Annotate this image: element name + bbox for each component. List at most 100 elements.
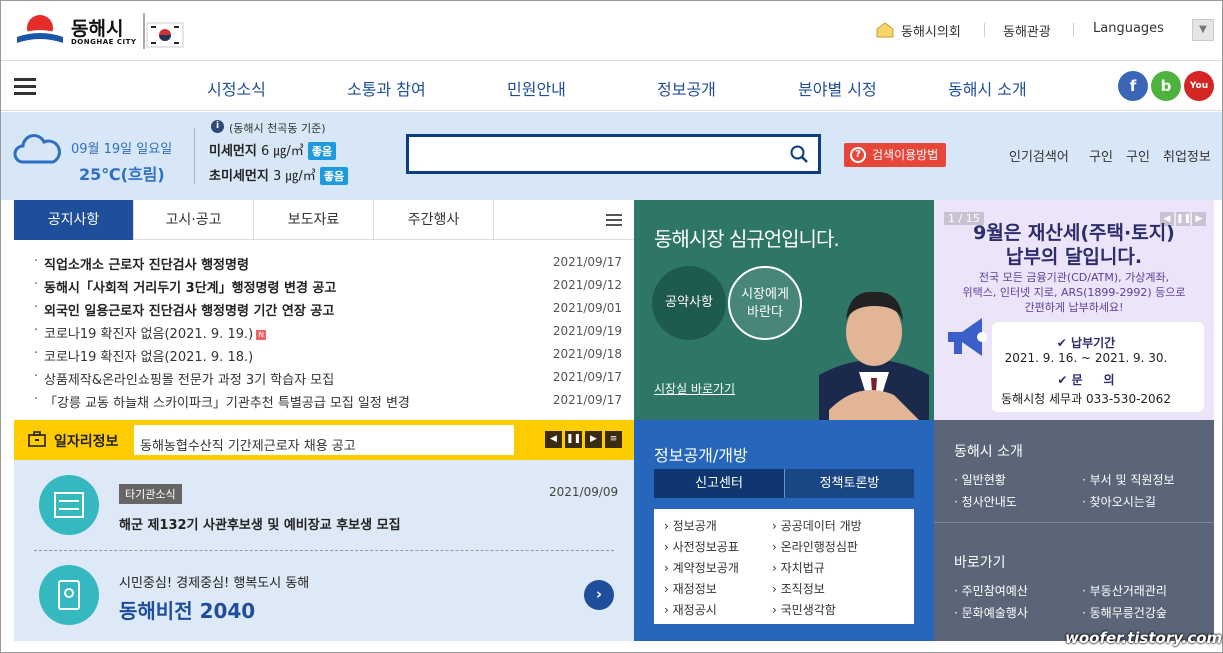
link-item[interactable]: › 재정공시	[664, 601, 717, 618]
ultra-fine-dust: 초미세먼지 3 ㎍/㎥ 좋음	[209, 165, 349, 185]
tax-banner[interactable]: 1 / 15 ◀ ❚❚ ▶ 9월은 재산세(주택·토지) 납부의 달입니다. 전…	[934, 200, 1214, 420]
ultra-dust-label: 초미세먼지	[209, 169, 269, 184]
fine-dust: 미세먼지 6 ㎍/㎥ 좋음	[209, 140, 337, 160]
weather-temperature: 25℃(흐림)	[79, 165, 165, 184]
link-city-council[interactable]: 동해시의회	[901, 21, 961, 40]
link-languages[interactable]: Languages	[1093, 21, 1164, 36]
info-icon: i	[211, 120, 224, 133]
vision-more-button[interactable]: ›	[584, 580, 614, 610]
disclosure-links: › 정보공개 › 사전정보공표 › 계약정보공개 › 재정정보 › 재정공시 ›…	[654, 509, 914, 624]
council-icon	[876, 22, 894, 38]
divider	[934, 522, 1214, 523]
notice-tabs: 공지사항 고시·공고 보도자료 주간행사	[14, 200, 634, 240]
howto-label: 검색이용방법	[872, 148, 939, 162]
link-item[interactable]: · 찾아오시는길	[1082, 493, 1156, 510]
nav-field-admin[interactable]: 분야별 시정	[798, 76, 877, 100]
divider	[984, 23, 985, 37]
tab-policy-forum[interactable]: 정책토론방	[784, 469, 914, 498]
ultra-dust-value: 3 ㎍/㎥	[272, 169, 316, 184]
building-icon	[54, 492, 84, 518]
link-item[interactable]: · 일반현황	[954, 471, 1006, 488]
link-item[interactable]: › 자치법규	[772, 559, 825, 576]
nav-about-city[interactable]: 동해시 소개	[948, 76, 1027, 100]
nav-civil-service[interactable]: 민원안내	[507, 76, 566, 100]
briefcase-icon	[28, 431, 46, 447]
job-info-text[interactable]: 동해농협수산직 기간제근로자 채용 공고	[134, 425, 514, 455]
nav-info-disclosure[interactable]: 정보공개	[657, 76, 716, 100]
link-item[interactable]: › 공공데이터 개방	[772, 517, 862, 534]
mayor-office-link[interactable]: 시장실 바로가기	[654, 380, 735, 397]
logo-subtitle: DONGHAE CITY	[71, 38, 137, 46]
youtube-icon[interactable]: You	[1184, 71, 1214, 101]
other-agency-tag: 타기관소식	[119, 484, 182, 504]
about-title: 동해시 소개	[954, 444, 1023, 460]
pause-icon[interactable]: ❚❚	[565, 431, 582, 448]
link-item[interactable]: › 온라인행정심판	[772, 538, 858, 555]
link-item[interactable]: · 주민참여예산	[954, 582, 1028, 599]
link-item[interactable]: › 재정정보	[664, 580, 717, 597]
nav-participation[interactable]: 소통과 참여	[347, 76, 426, 100]
link-item[interactable]: · 부동산거래관리	[1082, 582, 1167, 599]
info-disclosure-panel: 정보공개/개방 신고센터 정책토론방 › 정보공개 › 사전정보공표 › 계약정…	[634, 420, 934, 641]
link-item[interactable]: · 문화예술행사	[954, 604, 1028, 621]
languages-dropdown-button[interactable]: ▼	[1192, 19, 1214, 41]
next-icon[interactable]: ▶	[585, 431, 602, 448]
status-badge: 좋음	[319, 167, 349, 185]
petition-mayor-button[interactable]: 시장에게 바란다	[728, 266, 802, 340]
dust-caption: (동해시 천곡동 기준)	[229, 122, 326, 135]
list-item[interactable]: · 직업소개소 근로자 진단검사 행정명령 2021/09/17	[32, 251, 622, 274]
hamburger-menu-icon[interactable]	[14, 78, 36, 95]
question-icon: ?	[850, 147, 866, 163]
nav-city-news[interactable]: 시정소식	[207, 76, 266, 100]
petition-label: 바란다	[747, 305, 783, 320]
list-item[interactable]: · 코로나19 확진자 없음(2021. 9. 19.) N 2021/09/19	[32, 320, 622, 343]
korean-flag-icon	[143, 13, 184, 49]
vision-title[interactable]: 동해비전 2040	[119, 595, 255, 624]
tab-press[interactable]: 보도자료	[254, 200, 374, 240]
list-icon[interactable]: ≡	[605, 431, 622, 448]
logo-text[interactable]: 동해시	[71, 14, 123, 41]
other-agency-date: 2021/09/09	[549, 485, 619, 499]
search-box[interactable]	[406, 134, 821, 174]
tax-period: 2021. 9. 16. ~ 2021. 9. 30.	[1004, 351, 1168, 365]
tab-notices[interactable]: 공지사항	[14, 200, 134, 240]
tax-contact-label: ✔ 문 의	[1057, 373, 1115, 387]
prev-icon[interactable]: ◀	[545, 431, 562, 448]
search-icon[interactable]	[790, 145, 808, 163]
pledges-button[interactable]: 공약사항	[652, 266, 726, 340]
tab-announcements[interactable]: 고시·공고	[134, 200, 254, 240]
list-item[interactable]: · 「강릉 교동 하늘채 스카이파크」기관추천 특별공급 모집 일정 변경 2021…	[32, 389, 622, 412]
vision-subtitle: 시민중심! 경제중심! 행복도시 동해	[119, 576, 310, 591]
search-howto-button[interactable]: ? 검색이용방법	[844, 143, 947, 167]
facebook-icon[interactable]: f	[1118, 71, 1148, 101]
popular-keyword[interactable]: 구인	[1089, 146, 1113, 165]
list-item[interactable]: · 코로나19 확진자 없음(2021. 9. 18.) 2021/09/18	[32, 343, 622, 366]
link-item[interactable]: › 국민생각함	[772, 601, 836, 618]
list-item[interactable]: · 동해시「사회적 거리두기 3단계」행정명령 변경 공고 2021/09/12	[32, 274, 622, 297]
list-item[interactable]: · 외국인 일용근로자 진단검사 행정명령 기간 연장 공고 2021/09/01	[32, 297, 622, 320]
link-item[interactable]: › 조직정보	[772, 580, 825, 597]
link-item[interactable]: › 계약정보공개	[664, 559, 739, 576]
disclosure-title: 정보공개/개방	[654, 446, 748, 465]
popular-keyword[interactable]: 취업정보	[1163, 146, 1211, 165]
tax-period-label: ✔ 납부기간	[1056, 336, 1116, 350]
link-item[interactable]: › 정보공개	[664, 517, 717, 534]
city-logo-icon[interactable]	[17, 13, 63, 47]
search-input[interactable]	[417, 137, 777, 169]
mayor-panel: 동해시장 심규언입니다. 공약사항 시장에게 바란다 시장실 바로가기	[634, 200, 934, 420]
link-item[interactable]: · 동해무릉건강숲	[1082, 604, 1167, 621]
check-icon: ✔	[1057, 373, 1072, 387]
other-agency-title[interactable]: 해군 제132기 사관후보생 및 예비장교 후보생 모집	[119, 514, 401, 533]
tab-weekly-events[interactable]: 주간행사	[374, 200, 494, 240]
link-item[interactable]: · 부서 및 직원정보	[1082, 471, 1175, 488]
popular-keyword[interactable]: 구인	[1126, 146, 1150, 165]
blog-icon[interactable]: b	[1151, 71, 1181, 101]
tax-heading: 9월은 재산세(주택·토지)	[973, 222, 1175, 244]
link-tourism[interactable]: 동해관광	[1003, 21, 1051, 40]
more-list-icon[interactable]	[606, 214, 622, 226]
list-item[interactable]: · 상품제작&온라인쇼핑몰 전문가 과정 3기 학습자 모집 2021/09/17	[32, 366, 622, 389]
link-item[interactable]: › 사전정보공표	[664, 538, 739, 555]
link-item[interactable]: · 청사안내도	[954, 493, 1017, 510]
tab-report-center[interactable]: 신고센터	[654, 469, 784, 498]
divider	[1073, 23, 1074, 37]
